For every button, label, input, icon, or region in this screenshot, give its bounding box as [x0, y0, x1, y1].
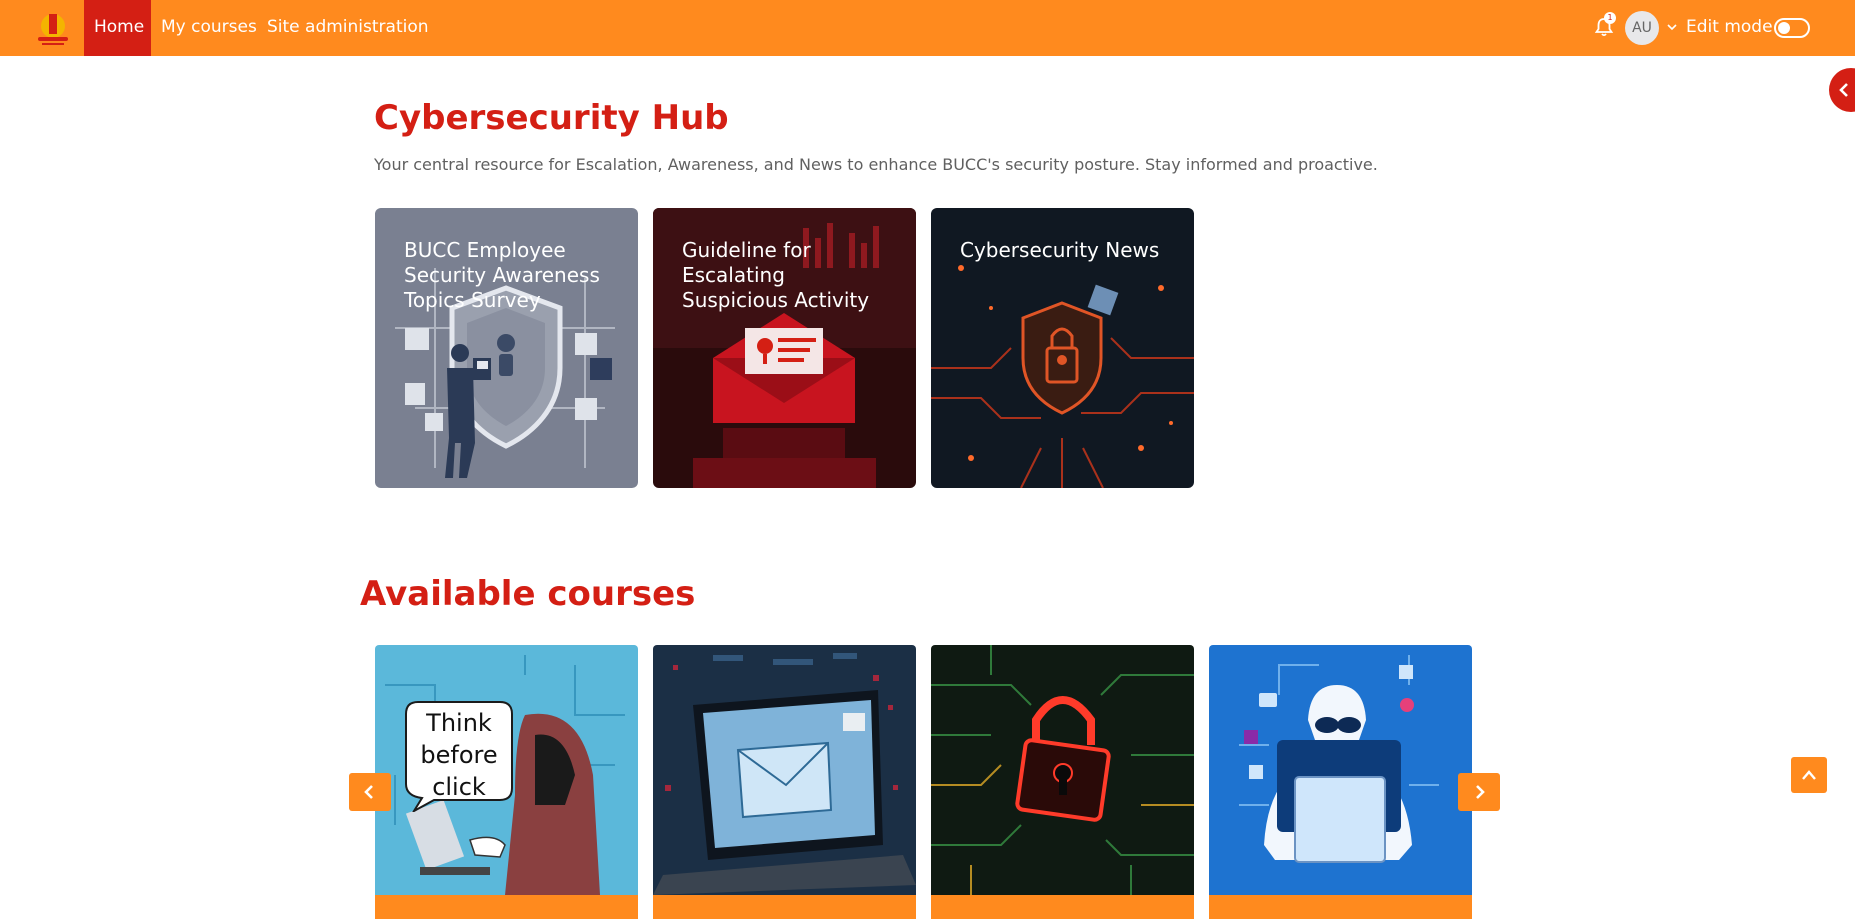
edit-mode-label: Edit mode: [1686, 17, 1773, 37]
chevron-up-icon: [1802, 770, 1816, 780]
hub-card-label: Cybersecurity News: [960, 238, 1160, 262]
laptop-email-illustration: [653, 645, 916, 895]
site-logo[interactable]: [34, 8, 72, 48]
course-card-footer: [653, 895, 916, 919]
nav-my-courses[interactable]: My courses: [151, 0, 267, 56]
nav-home[interactable]: Home: [84, 0, 151, 56]
carousel-prev-button[interactable]: [349, 773, 391, 811]
course-card-4[interactable]: [1209, 645, 1472, 919]
speech-caption-line: before: [420, 741, 497, 769]
course-card-footer: [1209, 895, 1472, 919]
hub-title: Cybersecurity Hub: [374, 98, 729, 138]
drawer-open-button[interactable]: [1829, 68, 1855, 112]
hub-card-escalation-guideline[interactable]: Guideline for Escalating Suspicious Acti…: [653, 208, 916, 488]
course-card-footer: [931, 895, 1194, 919]
notification-count-badge: 1: [1604, 12, 1616, 24]
hub-card-survey[interactable]: BUCC Employee Security Awareness Topics …: [375, 208, 638, 488]
course-card-footer: [375, 895, 638, 919]
speech-caption-line: Think: [425, 709, 492, 737]
course-card-2[interactable]: [653, 645, 916, 919]
chevron-right-icon: [1476, 785, 1485, 799]
edit-mode-toggle[interactable]: [1774, 18, 1810, 38]
user-avatar[interactable]: AU: [1625, 11, 1659, 45]
course-card-1[interactable]: Think before click: [375, 645, 638, 919]
hub-card-cybersecurity-news[interactable]: Cybersecurity News: [931, 208, 1194, 488]
nav-site-administration[interactable]: Site administration: [257, 0, 439, 56]
hub-card-label: BUCC Employee Security Awareness Topics …: [404, 238, 600, 312]
chevron-down-icon[interactable]: [1665, 19, 1679, 33]
top-navbar: Home My courses Site administration 1 AU…: [0, 0, 1855, 56]
hub-card-label: Guideline for Escalating Suspicious Acti…: [682, 238, 870, 312]
back-to-top-button[interactable]: [1791, 757, 1827, 793]
available-courses-title: Available courses: [360, 574, 696, 614]
speech-caption-line: click: [432, 773, 486, 801]
chevron-left-icon: [364, 785, 373, 799]
carousel-next-button[interactable]: [1458, 773, 1500, 811]
speech-bubble: Think before click: [405, 701, 513, 812]
chevron-left-icon: [1839, 83, 1848, 97]
hub-description: Your central resource for Escalation, Aw…: [374, 155, 1378, 174]
anonymous-user-laptop-illustration: [1209, 645, 1472, 895]
course-card-3[interactable]: [931, 645, 1194, 919]
circuit-padlock-illustration: [931, 645, 1194, 895]
toggle-knob: [1778, 22, 1790, 34]
